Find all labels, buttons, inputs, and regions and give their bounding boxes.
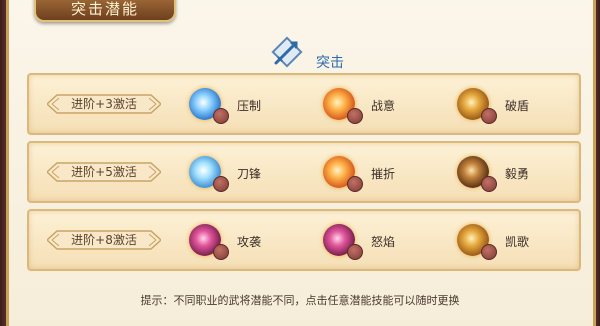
lock-dot-icon [347,176,363,192]
tier-badge: 进阶+5激活 [47,161,161,183]
tier-badge: 进阶+8激活 [47,229,161,251]
category-header: 突击 [0,16,600,71]
lock-dot-icon [213,108,229,124]
lock-dot-icon [347,244,363,260]
lock-dot-icon [213,176,229,192]
skill-fighting-spirit[interactable]: 战意 [323,88,463,126]
lock-dot-icon [481,108,497,124]
skill-break[interactable]: 摧折 [323,156,463,194]
skill-shield-break[interactable]: 破盾 [457,88,597,126]
skill-blade[interactable]: 刀锋 [189,156,329,194]
tier-row-8: 进阶+8激活 攻袭 怒焰 凯歌 [27,209,581,271]
skill-valor[interactable]: 毅勇 [457,156,597,194]
tier-row-3: 进阶+3激活 压制 战意 破盾 [27,73,581,135]
hint-text: 提示：不同职业的武将潜能不同，点击任意潜能技能可以随时更换 [140,294,460,307]
tier-row-5: 进阶+5激活 刀锋 摧折 毅勇 [27,141,581,203]
lock-dot-icon [481,244,497,260]
lock-dot-icon [481,176,497,192]
skill-raid[interactable]: 攻袭 [189,224,329,262]
skill-triumph[interactable]: 凯歌 [457,224,597,262]
skill-rage-flame[interactable]: 怒焰 [323,224,463,262]
lock-dot-icon [213,244,229,260]
spear-crest-icon [271,36,303,68]
tier-badge: 进阶+3激活 [47,93,161,115]
lock-dot-icon [347,108,363,124]
skill-suppress[interactable]: 压制 [189,88,329,126]
category-label: 突击 [316,55,344,71]
